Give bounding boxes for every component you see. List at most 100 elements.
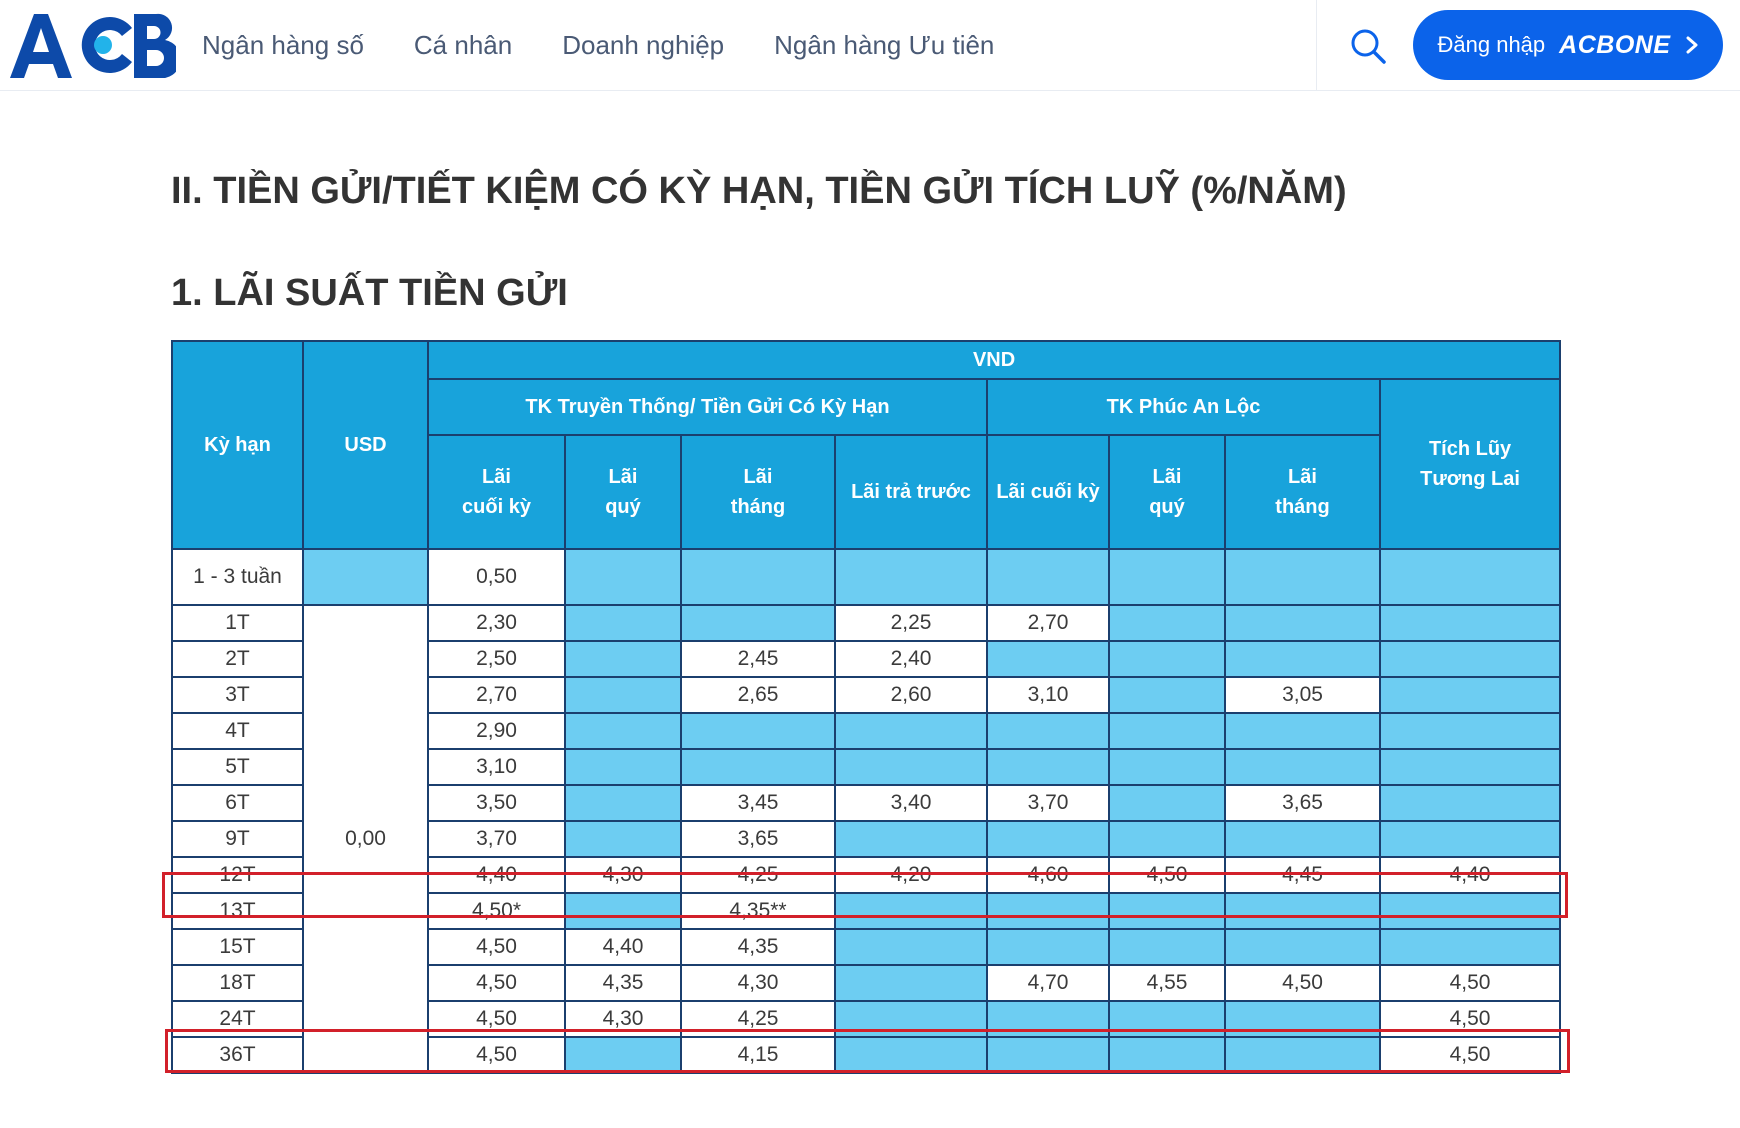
term-cell: 13T	[171, 892, 304, 930]
rate-cell-t-month	[680, 748, 836, 786]
term-cell: 5T	[171, 748, 304, 786]
rate-cell-p-month: 3,05	[1224, 676, 1381, 714]
rate-cell-t-quarter: 4,30	[564, 1000, 682, 1038]
header-future: Tích Lũy Tương Lai	[1378, 378, 1562, 550]
rate-cell-t-quarter	[564, 676, 682, 714]
search-icon[interactable]	[1346, 24, 1390, 68]
rate-cell-t-month: 4,25	[680, 856, 836, 894]
rate-cell-t-month: 2,65	[680, 676, 836, 714]
rate-cell-t-quarter	[564, 748, 682, 786]
rate-cell-t-prepaid	[834, 928, 988, 966]
rate-cell-p-month	[1224, 712, 1381, 750]
rate-cell-t-end: 4,50	[427, 1036, 566, 1074]
term-cell: 36T	[171, 1036, 304, 1074]
rate-cell-t-end: 3,10	[427, 748, 566, 786]
rate-cell-t-quarter	[564, 712, 682, 750]
rate-cell-p-month: 4,45	[1224, 856, 1381, 894]
rate-cell-t-end: 4,50	[427, 1000, 566, 1038]
rate-cell-p-quarter	[1108, 748, 1226, 786]
page-title: II. TIỀN GỬI/TIẾT KIỆM CÓ KỲ HẠN, TIỀN G…	[171, 170, 1347, 212]
nav-item-priority-banking[interactable]: Ngân hàng Ưu tiên	[774, 30, 994, 61]
header-trad-prepaid: Lãi trả trước	[834, 434, 988, 550]
header-usd: USD	[302, 340, 429, 550]
rate-cell-p-quarter	[1108, 928, 1226, 966]
header-vnd: VND	[426, 340, 1562, 380]
rate-cell-t-end: 3,50	[427, 784, 566, 822]
term-cell: 12T	[171, 856, 304, 894]
rate-cell-t-end: 2,90	[427, 712, 566, 750]
rate-cell-p-month	[1224, 820, 1381, 858]
chevron-right-icon	[1686, 36, 1697, 54]
rate-cell-t-prepaid	[834, 964, 988, 1002]
rate-cell-future	[1378, 892, 1562, 930]
rate-cell-p-quarter	[1108, 1036, 1226, 1074]
rate-cell-t-prepaid: 2,40	[834, 640, 988, 678]
rate-cell-p-quarter	[1108, 676, 1226, 714]
rate-cell-t-quarter: 4,40	[564, 928, 682, 966]
rate-cell-t-end: 4,50	[427, 964, 566, 1002]
rate-cell-t-quarter	[564, 1036, 682, 1074]
rate-cell-p-quarter	[1108, 1000, 1226, 1038]
rate-cell-t-end: 3,70	[427, 820, 566, 858]
term-cell: 24T	[171, 1000, 304, 1038]
rate-cell-t-quarter	[564, 604, 682, 642]
rate-cell-future	[1378, 820, 1562, 858]
term-cell: 2T	[171, 640, 304, 678]
nav-item-digital-banking[interactable]: Ngân hàng số	[202, 30, 364, 61]
rate-cell-t-month: 4,30	[680, 964, 836, 1002]
rate-cell-p-month: 4,50	[1224, 964, 1381, 1002]
rate-cell-p-month	[1224, 928, 1381, 966]
header-trad-quarterly: Lãi quý	[564, 434, 682, 550]
rate-cell-t-prepaid	[834, 1036, 988, 1074]
rate-cell-t-quarter	[564, 548, 682, 606]
table-row: 1 - 3 tuần 0,50	[171, 548, 1562, 606]
main-nav: Ngân hàng số Cá nhân Doanh nghiệp Ngân h…	[202, 0, 1044, 90]
rate-cell-t-end: 4,50	[427, 928, 566, 966]
nav-item-business[interactable]: Doanh nghiệp	[562, 30, 724, 61]
rate-cell-p-end: 2,70	[986, 604, 1110, 642]
term-cell: 18T	[171, 964, 304, 1002]
rate-cell-p-quarter	[1108, 548, 1226, 606]
term-cell: 1T	[171, 604, 304, 642]
usd-cell-empty	[302, 548, 429, 606]
rate-cell-p-end: 3,10	[986, 676, 1110, 714]
rate-cell-p-end	[986, 548, 1110, 606]
rate-cell-future	[1378, 548, 1562, 606]
rate-cell-p-quarter	[1108, 712, 1226, 750]
rate-cell-t-prepaid	[834, 892, 988, 930]
rate-cell-p-end	[986, 1000, 1110, 1038]
rate-cell-t-month: 4,15	[680, 1036, 836, 1074]
rate-cell-p-quarter	[1108, 820, 1226, 858]
rate-cell-p-end	[986, 712, 1110, 750]
login-button[interactable]: Đăng nhập ACBONE	[1413, 10, 1723, 80]
rate-cell-future	[1378, 712, 1562, 750]
term-cell: 6T	[171, 784, 304, 822]
rate-cell-future: 4,50	[1378, 964, 1562, 1002]
rate-cell-t-prepaid: 4,20	[834, 856, 988, 894]
nav-item-personal[interactable]: Cá nhân	[414, 30, 512, 61]
acb-logo[interactable]	[10, 12, 176, 78]
header-phuc-an-loc-group: TK Phúc An Lộc	[986, 378, 1381, 436]
rate-cell-p-month	[1224, 748, 1381, 786]
rate-cell-t-quarter	[564, 820, 682, 858]
rate-cell-t-end: 0,50	[427, 548, 566, 606]
rate-cell-p-end	[986, 892, 1110, 930]
rate-cell-p-month	[1224, 640, 1381, 678]
header-trad-monthly: Lãi tháng	[680, 434, 836, 550]
rate-cell-future	[1378, 604, 1562, 642]
rate-cell-t-quarter	[564, 784, 682, 822]
usd-rate-value: 0,00	[345, 827, 386, 850]
rate-cell-t-end: 4,50*	[427, 892, 566, 930]
rate-cell-p-month	[1224, 1036, 1381, 1074]
usd-rate-cell: 0,00	[302, 604, 429, 1074]
rate-cell-t-end: 2,30	[427, 604, 566, 642]
rate-cell-t-prepaid	[834, 820, 988, 858]
rate-cell-p-quarter	[1108, 784, 1226, 822]
rate-cell-t-month: 4,35	[680, 928, 836, 966]
rate-cell-p-month	[1224, 604, 1381, 642]
term-cell: 3T	[171, 676, 304, 714]
rate-cell-p-month: 3,65	[1224, 784, 1381, 822]
rate-cell-t-quarter: 4,30	[564, 856, 682, 894]
rate-cell-t-quarter	[564, 892, 682, 930]
nav-divider	[1316, 0, 1317, 90]
